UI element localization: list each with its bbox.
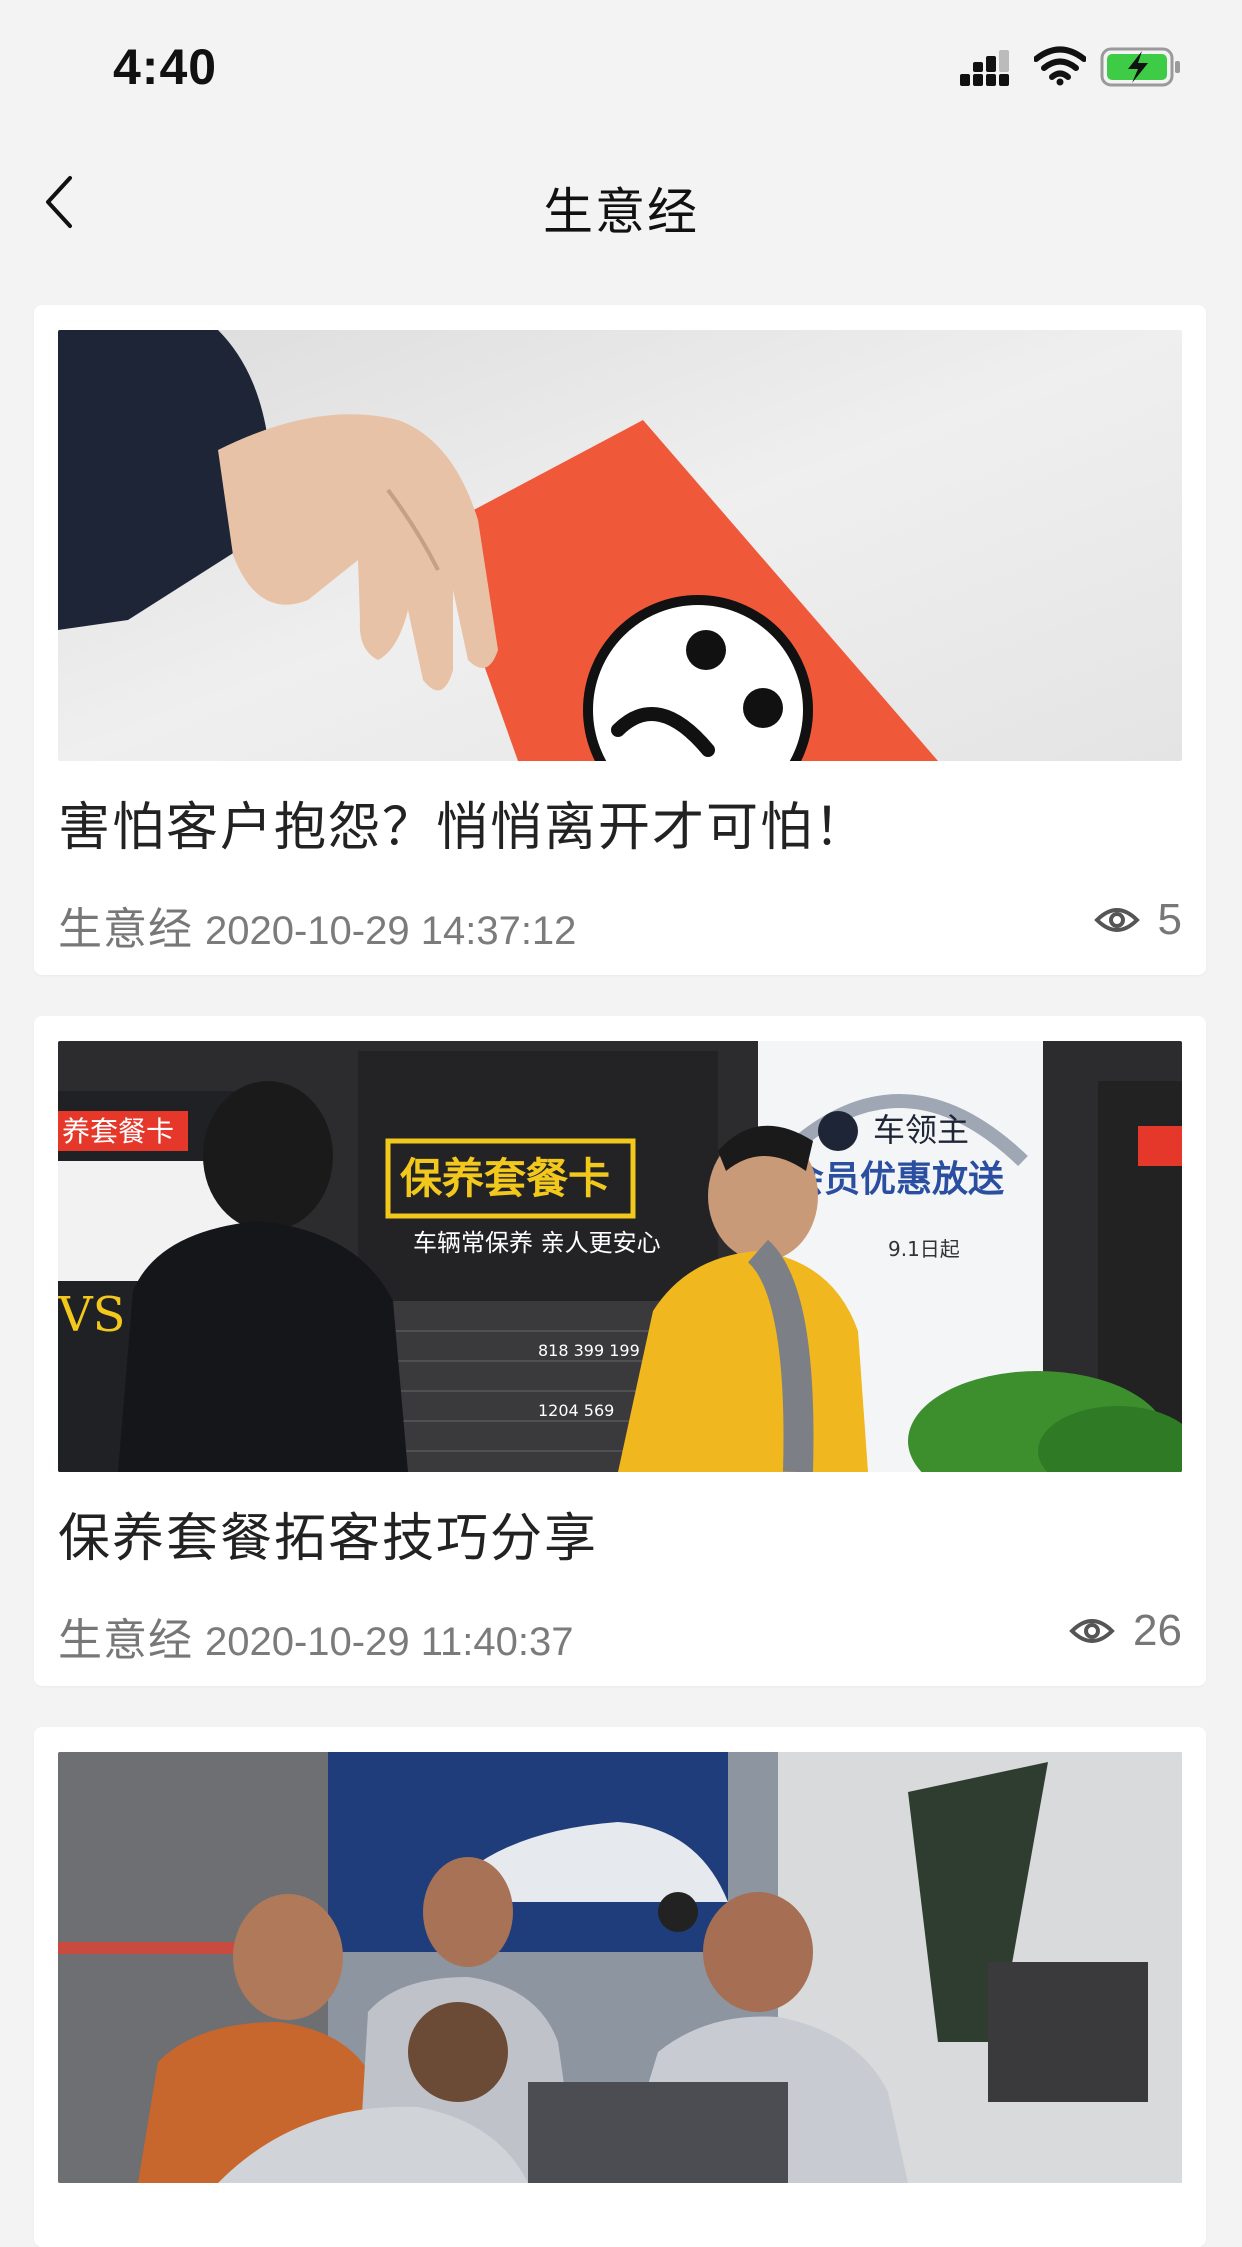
nav-bar: 生意经 — [0, 150, 1242, 250]
article-title[interactable]: 保养套餐拓客技巧分享 — [58, 1496, 598, 1571]
poster-heading: 保养套餐卡 — [400, 1154, 610, 1203]
wifi-icon — [1034, 46, 1086, 86]
article-meta: 生意经 2020-10-29 14:37:12 — [58, 893, 576, 957]
poster-right-note: 9.1日起 — [888, 1237, 960, 1261]
view-count: 26 — [1069, 1606, 1182, 1656]
poster-brand: 车领主 — [873, 1111, 969, 1149]
status-time: 4:40 — [113, 39, 218, 95]
left-banner-text: 养套餐卡 — [62, 1115, 174, 1148]
cellular-signal-icon — [960, 50, 1009, 86]
view-count-value: 26 — [1133, 1606, 1182, 1655]
article-category: 生意经 — [58, 1615, 193, 1666]
svg-text:1204 569: 1204 569 — [538, 1401, 614, 1420]
poster-subtitle: 车辆常保养 亲人更安心 — [413, 1229, 661, 1257]
article-image — [58, 1752, 1182, 2183]
article-card[interactable]: 害怕客户抱怨？悄悄离开才可怕！ 生意经 2020-10-29 14:37:12 5 — [34, 305, 1206, 975]
svg-text:VS: VS — [58, 1287, 126, 1343]
article-date: 2020-10-29 11:40:37 — [205, 1620, 574, 1664]
article-title[interactable]: 害怕客户抱怨？悄悄离开才可怕！ — [58, 785, 868, 860]
battery-charging-icon — [1100, 47, 1180, 87]
article-category: 生意经 — [58, 904, 193, 955]
article-image — [58, 330, 1182, 761]
page-title: 生意经 — [543, 183, 699, 241]
article-card[interactable]: 养套餐卡 VS 保养套餐卡 车辆常保养 亲人更安心 818 399 199 12… — [34, 1016, 1206, 1686]
view-count: 5 — [1093, 895, 1182, 945]
poster-right-heading: 会员优惠放送 — [788, 1159, 1004, 1200]
article-image: 养套餐卡 VS 保养套餐卡 车辆常保养 亲人更安心 818 399 199 12… — [58, 1041, 1182, 1472]
status-bar: 4:40 — [0, 0, 1242, 120]
svg-text:818 399 199: 818 399 199 — [538, 1341, 640, 1360]
article-meta: 生意经 2020-10-29 11:40:37 — [58, 1604, 573, 1668]
eye-icon — [1069, 1619, 1115, 1643]
view-count-value: 5 — [1157, 895, 1182, 944]
article-card[interactable] — [34, 1727, 1206, 2247]
article-date: 2020-10-29 14:37:12 — [205, 909, 577, 953]
eye-icon — [1093, 908, 1140, 932]
